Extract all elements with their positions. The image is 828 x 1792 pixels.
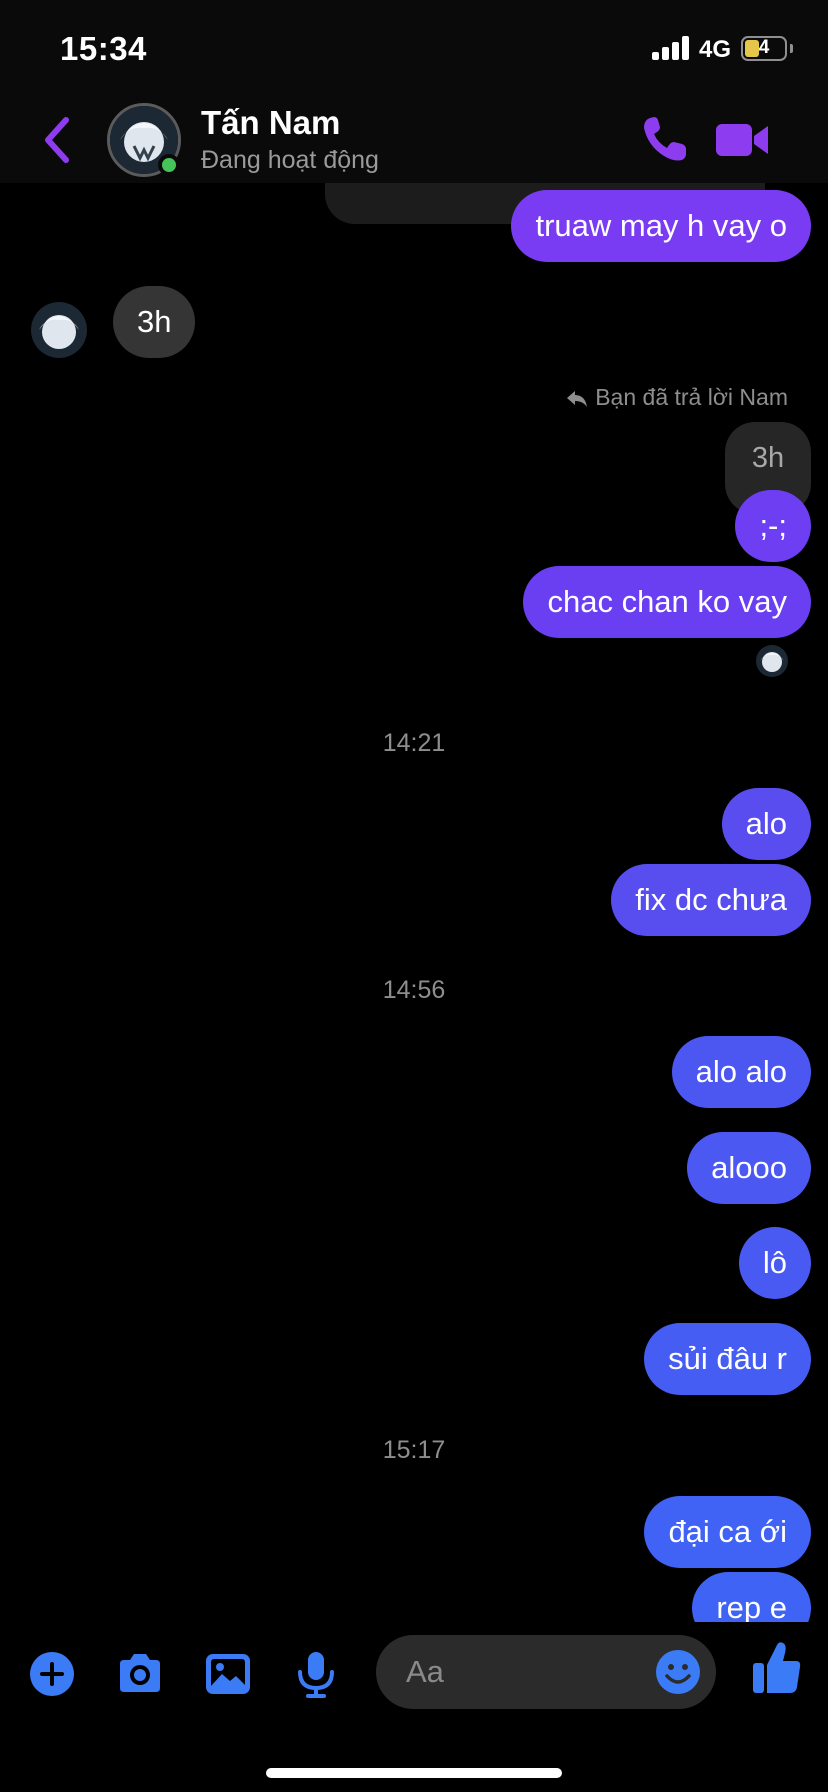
message-outgoing[interactable]: sủi đâu r — [644, 1323, 811, 1395]
reply-icon — [567, 390, 588, 407]
message-text: ;-; — [759, 508, 787, 543]
plus-icon[interactable] — [26, 1648, 78, 1700]
message-outgoing[interactable]: đại ca ới — [644, 1496, 811, 1568]
battery-nub — [790, 44, 793, 53]
message-text: 3h — [137, 304, 172, 339]
seen-avatar — [756, 645, 788, 677]
message-text: chac chan ko vay — [547, 584, 787, 619]
message-outgoing[interactable]: alo alo — [671, 1036, 811, 1108]
message-text: alo alo — [695, 1054, 787, 1089]
signal-icon — [652, 36, 690, 60]
message-outgoing[interactable]: lô — [738, 1227, 811, 1299]
status-time: 15:34 — [60, 30, 147, 67]
network-type: 4G — [699, 36, 732, 63]
message-text: sủi đâu r — [668, 1341, 787, 1376]
camera-icon[interactable] — [114, 1648, 166, 1700]
home-indicator[interactable] — [266, 1768, 562, 1778]
thumbs-up-icon[interactable] — [751, 1639, 803, 1697]
status-bar: 15:34 4G 4 — [0, 0, 828, 100]
message-text: alooo — [711, 1150, 787, 1185]
online-indicator — [158, 154, 180, 176]
timestamp-separator: 14:56 — [382, 976, 446, 1004]
contact-avatar-small — [31, 302, 87, 358]
emoji-icon[interactable] — [654, 1648, 702, 1696]
message-outgoing[interactable]: chac chan ko vay — [523, 566, 811, 638]
phone-icon[interactable] — [640, 114, 690, 164]
message-text: lô — [762, 1245, 787, 1280]
timestamp-separator: 14:21 — [382, 729, 446, 757]
back-icon[interactable] — [36, 112, 80, 168]
battery-icon: 4 — [741, 36, 787, 61]
message-text: alo — [745, 806, 787, 841]
message-input[interactable] — [406, 1635, 636, 1709]
message-outgoing[interactable]: truaw may h vay o — [511, 190, 811, 262]
reply-note-text: Bạn đã trả lời Nam — [595, 384, 788, 410]
message-composer[interactable] — [376, 1635, 716, 1709]
contact-status: Đang hoạt động — [201, 146, 379, 174]
message-text: truaw may h vay o — [535, 208, 787, 243]
message-incoming[interactable]: 3h — [113, 286, 196, 358]
message-outgoing[interactable]: alooo — [687, 1132, 811, 1204]
reply-note: Bạn đã trả lời Nam — [565, 384, 788, 411]
contact-name[interactable]: Tấn Nam — [201, 104, 340, 142]
image-icon[interactable] — [202, 1648, 254, 1700]
message-text: fix dc chưa — [635, 882, 787, 917]
message-text: đại ca ới — [668, 1514, 787, 1549]
message-outgoing[interactable]: alo — [721, 788, 811, 860]
message-outgoing[interactable]: fix dc chưa — [611, 864, 811, 936]
timestamp-separator: 15:17 — [382, 1436, 446, 1464]
mic-icon[interactable] — [290, 1648, 342, 1700]
message-outgoing[interactable]: ;-; — [735, 490, 811, 562]
battery-level: 4 — [758, 37, 770, 58]
message-text: rep e — [716, 1590, 787, 1625]
composer-bar — [0, 1622, 828, 1792]
video-icon[interactable] — [714, 118, 770, 162]
